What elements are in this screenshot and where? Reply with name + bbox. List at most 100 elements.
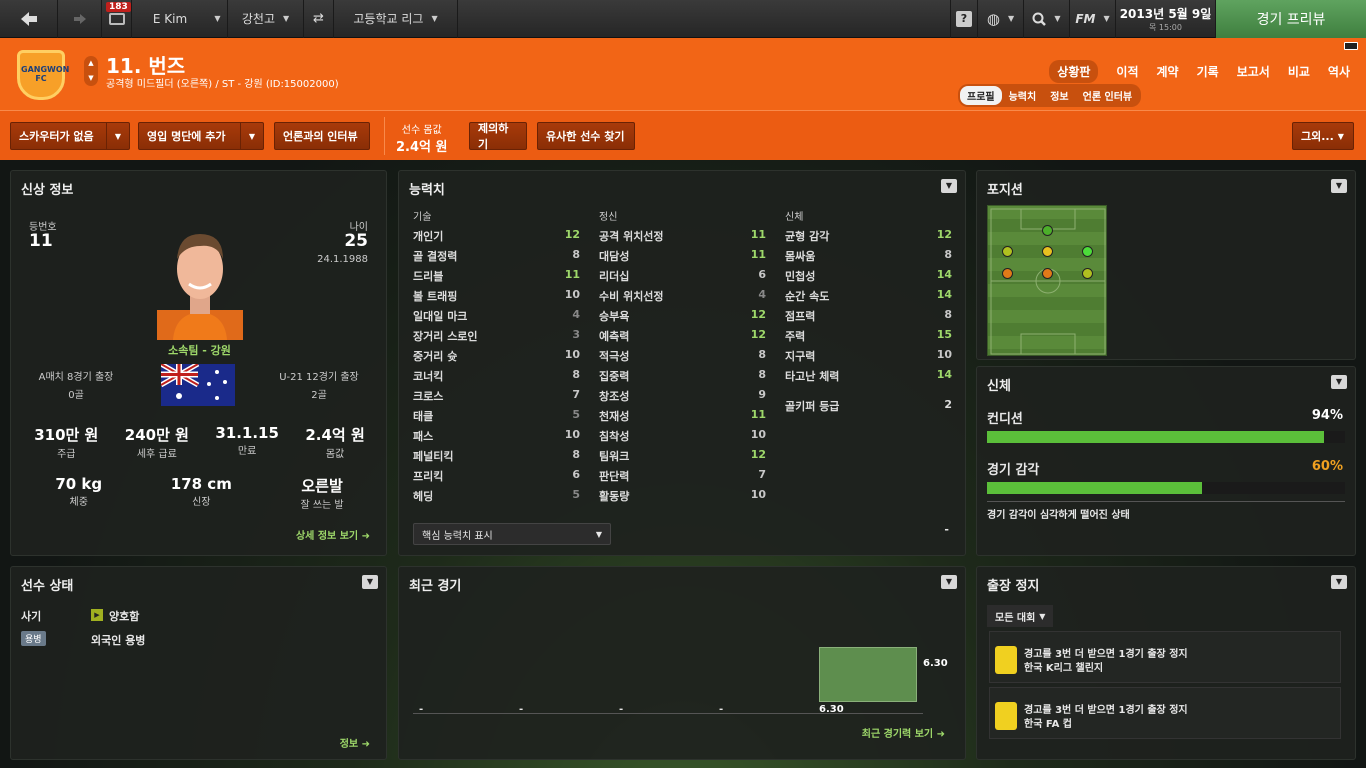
switch-button[interactable]: ⇄ (304, 0, 334, 38)
sharpness-note: 경기 감각이 심각하게 떨어진 상태 (987, 510, 1130, 521)
attribute-value: 10 (564, 288, 580, 301)
attribute-row: 대담성 11 (599, 248, 766, 268)
morale-value: 양호함 (109, 610, 140, 623)
help-button[interactable]: ? (950, 0, 978, 38)
manager-menu[interactable]: E Kim (132, 0, 208, 38)
player-stepper[interactable]: ▲ ▼ (84, 56, 98, 86)
attribute-name: 예측력 (599, 330, 630, 343)
attribute-name: 장거리 스로인 (413, 330, 478, 343)
attribute-value: 8 (758, 348, 766, 361)
condition-value: 94% (1311, 408, 1343, 423)
player-value-label: 선수 몸값 (401, 125, 442, 136)
scout-label: 스카우터가 없음 (19, 130, 94, 143)
recent-form-link[interactable]: 최근 경기력 보기 ➜ (862, 725, 945, 740)
attribute-value: 14 (936, 288, 952, 301)
attribute-name: 승부욕 (599, 310, 630, 323)
battery-icon (1344, 42, 1358, 50)
nav-tab-0[interactable]: 상황판 (1049, 60, 1099, 83)
attribute-row: 침착성 10 (599, 428, 766, 448)
inbox-count-badge: 183 (106, 1, 131, 12)
attribute-row: 헤딩 5 (413, 488, 580, 508)
back-button[interactable] (0, 0, 58, 38)
status-info-link[interactable]: 정보 ➜ (340, 735, 370, 750)
bio-title: 신상 정보 (21, 183, 74, 198)
league-menu[interactable]: 고등학교 리그 ▼ (334, 0, 458, 38)
chevron-down-icon: ▼ (1054, 14, 1061, 23)
panel-menu-button[interactable]: ▼ (362, 575, 378, 589)
dash-indicator: - (944, 523, 949, 536)
subnav-tab-profile[interactable]: 프로필 (960, 86, 1002, 105)
manager-dropdown[interactable]: ▼ (208, 0, 228, 38)
scout-button[interactable]: 스카우터가 없음 ▼ (10, 122, 130, 150)
forward-button[interactable] (58, 0, 102, 38)
attribute-value: 5 (572, 408, 580, 421)
attribute-name: 천재성 (599, 410, 630, 423)
shortlist-button[interactable]: 영입 명단에 추가 ▼ (138, 122, 264, 150)
nav-tab-3[interactable]: 기록 (1197, 63, 1219, 80)
attribute-value: 8 (572, 368, 580, 381)
attribute-name: 창조성 (599, 390, 630, 403)
nav-tab-2[interactable]: 계약 (1157, 63, 1179, 80)
panel-menu-button[interactable]: ▼ (941, 575, 957, 589)
attribute-row: 장거리 스로인 3 (413, 328, 580, 348)
match-preview-button[interactable]: 경기 프리뷰 (1216, 0, 1366, 38)
chevron-down-icon[interactable]: ▼ (84, 71, 98, 86)
chevron-down-icon: ▼ (366, 577, 374, 586)
attribute-value: 3 (572, 328, 580, 341)
attribute-row: 천재성 11 (599, 408, 766, 428)
attribute-row: 일대일 마크 4 (413, 308, 580, 328)
attribute-row: 공격 위치선정 11 (599, 228, 766, 248)
inbox-button[interactable]: 183 (102, 0, 132, 38)
contract-stats: 310만 원 주급 240만 원 세후 급료 31.1.15 만료 2.4억 원 몸값 (21, 424, 378, 460)
panel-menu-button[interactable]: ▼ (1331, 575, 1347, 589)
rating-value-label: 6.30 (923, 658, 948, 669)
other-actions-button[interactable]: 그외... ▼ (1292, 122, 1354, 150)
nav-tab-5[interactable]: 비교 (1288, 63, 1310, 80)
position-panel: 포지션 ▼ (976, 170, 1356, 360)
u21-info: U-21 12경기 출장 2골 (269, 368, 369, 401)
attribute-value: 7 (572, 388, 580, 401)
subnav-tab-interview[interactable]: 언론 인터뷰 (1076, 86, 1139, 105)
attribute-name: 점프력 (785, 310, 816, 323)
panel-menu-button[interactable]: ▼ (1331, 375, 1347, 389)
attribute-name: 대담성 (599, 250, 630, 263)
find-similar-button[interactable]: 유사한 선수 찾기 (537, 122, 635, 150)
attribute-value: 10 (564, 428, 580, 441)
position-marker-aml (1002, 246, 1013, 257)
other-actions-label: 그외... (1301, 130, 1334, 143)
search-button[interactable]: ▼ (1024, 0, 1070, 38)
club-label: 소속팀 - 강원 (168, 344, 231, 357)
make-offer-button[interactable]: 제의하기 (469, 122, 527, 151)
attribute-value: 12 (936, 228, 952, 241)
attribute-row: 균형 감각 12 (785, 228, 952, 248)
nav-tab-6[interactable]: 역사 (1328, 63, 1350, 80)
attribute-value: 11 (564, 268, 580, 281)
chevron-down-icon: ▼ (595, 529, 602, 539)
player-photo (157, 214, 243, 340)
fm-logo: FM (1075, 11, 1096, 26)
attribute-row: 활동량 10 (599, 488, 766, 508)
inbox-icon (108, 12, 125, 25)
physical-title: 신체 (987, 379, 1011, 394)
nav-tab-1[interactable]: 이적 (1116, 63, 1138, 80)
panel-menu-button[interactable]: ▼ (1331, 179, 1347, 193)
position-marker-mc (1042, 268, 1053, 279)
date-display[interactable]: 2013년 5월 9일 목 15:00 ▼ (1116, 0, 1216, 38)
subnav-tab-attributes[interactable]: 능력치 (1002, 86, 1044, 105)
pitch-map (987, 205, 1107, 356)
press-interview-button[interactable]: 언론과의 인터뷰 (274, 122, 370, 150)
club-menu[interactable]: 강천고 ▼ (228, 0, 304, 38)
panel-menu-button[interactable]: ▼ (941, 179, 957, 193)
more-info-link[interactable]: 상세 정보 보기 ➜ (296, 527, 370, 542)
stat-label: 체중 (69, 497, 88, 508)
chevron-up-icon[interactable]: ▲ (84, 56, 98, 71)
fm-menu[interactable]: FM ▼ (1070, 0, 1116, 38)
competition-filter[interactable]: 모든 대회 ▼ (987, 605, 1054, 627)
globe-button[interactable]: ◍ ▼ (978, 0, 1024, 38)
attribute-row: 드리블 11 (413, 268, 580, 288)
subnav-tab-info[interactable]: 정보 (1043, 86, 1075, 105)
chevron-down-icon: ▼ (1204, 11, 1211, 21)
nav-tab-4[interactable]: 보고서 (1237, 63, 1270, 80)
attribute-value: 10 (936, 348, 952, 361)
key-attributes-select[interactable]: 핵심 능력치 표시 ▼ (413, 523, 611, 545)
